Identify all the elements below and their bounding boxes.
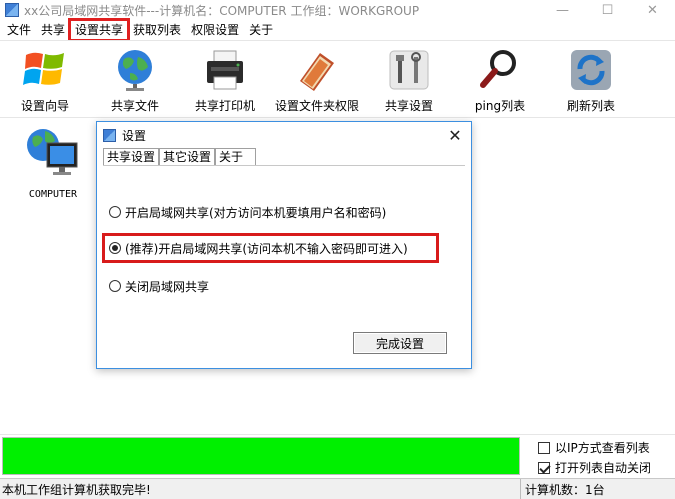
share-settings-label: 共享设置 <box>384 99 433 113</box>
computer-name: COMPUTER <box>28 189 78 200</box>
radio-lan-share-password[interactable] <box>109 206 121 218</box>
progress-bar <box>2 437 520 475</box>
title-bar: xx公司局域网共享软件---计算机名：COMPUTER 工作组：WORKGROU… <box>0 0 675 20</box>
tab-divider <box>103 165 465 166</box>
close-button[interactable]: ✕ <box>630 0 675 20</box>
magnifier-icon <box>477 47 523 93</box>
menu-permissions[interactable]: 权限设置 <box>186 20 244 40</box>
recommended-option-highlight <box>102 233 439 263</box>
tools-icon <box>386 47 432 93</box>
share-printer-label: 共享打印机 <box>194 99 255 113</box>
option-label: 关闭局域网共享 <box>125 279 210 294</box>
tab-about[interactable]: 关于 <box>215 148 257 166</box>
network-computer-icon <box>25 125 81 183</box>
setup-wizard-button[interactable]: 设置向导 <box>0 45 90 115</box>
menu-about[interactable]: 关于 <box>244 20 278 40</box>
share-files-label: 共享文件 <box>110 99 159 113</box>
ping-list-label: ping列表 <box>474 99 526 113</box>
window-controls: — ☐ ✕ <box>540 0 675 20</box>
view-by-ip-checkbox[interactable] <box>538 441 550 454</box>
maximize-button[interactable]: ☐ <box>585 0 630 20</box>
share-printer-button[interactable]: 共享打印机 <box>180 45 270 115</box>
menu-bar: 文件 共享 设置共享 获取列表 权限设置 关于 <box>0 18 675 42</box>
app-icon <box>5 3 19 17</box>
minimize-button[interactable]: — <box>540 0 585 20</box>
finish-settings-button[interactable]: 完成设置 <box>353 332 447 354</box>
computer-count: 计算机数：1台 <box>520 479 605 499</box>
folder-book-icon <box>294 47 340 93</box>
option-disable-lan-share[interactable]: 关闭局域网共享 <box>109 277 209 295</box>
view-by-ip-label: 以IP方式查看列表 <box>555 441 650 455</box>
share-settings-button[interactable]: 共享设置 <box>364 45 454 115</box>
tab-other-settings[interactable]: 其它设置 <box>159 148 216 166</box>
refresh-list-button[interactable]: 刷新列表 <box>546 45 636 115</box>
refresh-list-label: 刷新列表 <box>566 99 615 113</box>
windows-logo-icon <box>22 47 68 93</box>
view-by-ip-option[interactable]: 以IP方式查看列表 <box>538 439 650 456</box>
option-label: 开启局域网共享(对方访问本机要填用户名和密码) <box>125 205 387 220</box>
window-title: xx公司局域网共享软件---计算机名：COMPUTER 工作组：WORKGROU… <box>24 3 420 18</box>
folder-permissions-button[interactable]: 设置文件夹权限 <box>272 45 362 115</box>
status-message: 本机工作组计算机获取完毕! <box>2 482 151 497</box>
dialog-title: 设置 <box>122 128 147 143</box>
dialog-close-icon[interactable]: ✕ <box>445 125 465 145</box>
status-bar: 本机工作组计算机获取完毕! 计算机数：1台 <box>0 478 675 499</box>
tab-share-settings[interactable]: 共享设置 <box>103 148 160 166</box>
radio-disable-lan-share[interactable] <box>109 280 121 292</box>
progress-area: 以IP方式查看列表 打开列表自动关闭 <box>0 434 675 478</box>
dialog-tabs: 共享设置 其它设置 关于 <box>103 148 257 166</box>
auto-close-label: 打开列表自动关闭 <box>555 461 652 475</box>
toolbar: 设置向导 共享文件 共享打印机 设置文件夹权限 共享设置 ping列表 刷新列表 <box>0 40 675 118</box>
computer-item[interactable]: COMPUTER <box>18 125 88 200</box>
menu-share[interactable]: 共享 <box>36 20 70 40</box>
option-lan-share-password[interactable]: 开启局域网共享(对方访问本机要填用户名和密码) <box>109 203 386 221</box>
dialog-title-bar: 设置 ✕ <box>97 122 471 148</box>
menu-get-list[interactable]: 获取列表 <box>128 20 186 40</box>
dialog-app-icon <box>103 128 116 142</box>
auto-close-checkbox[interactable] <box>538 461 550 474</box>
printer-icon <box>202 47 248 93</box>
folder-permissions-label: 设置文件夹权限 <box>274 99 359 113</box>
auto-close-option[interactable]: 打开列表自动关闭 <box>538 459 651 476</box>
globe-icon <box>112 47 158 93</box>
share-files-button[interactable]: 共享文件 <box>90 45 180 115</box>
menu-file[interactable]: 文件 <box>2 20 36 40</box>
menu-share-settings[interactable]: 设置共享 <box>68 18 131 42</box>
progress-fill <box>3 438 519 474</box>
ping-list-button[interactable]: ping列表 <box>455 45 545 115</box>
setup-wizard-label: 设置向导 <box>20 99 69 113</box>
refresh-icon <box>568 47 614 93</box>
